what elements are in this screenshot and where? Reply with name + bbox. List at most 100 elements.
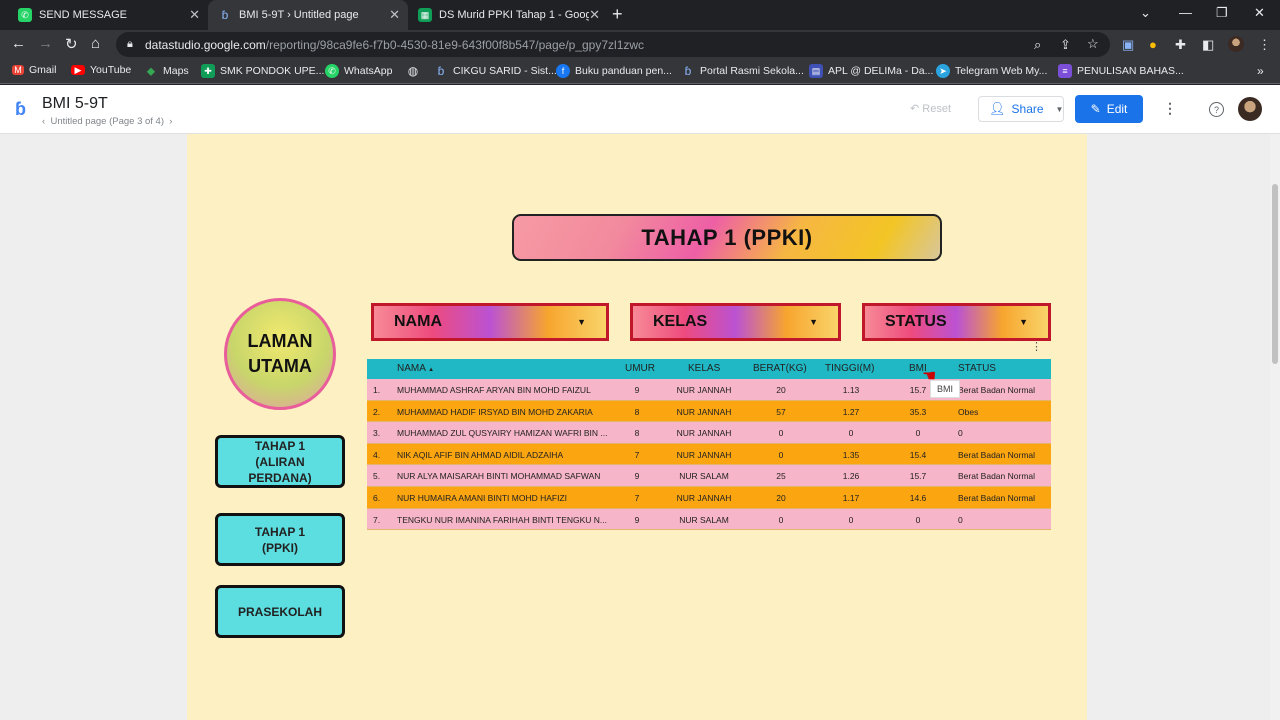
- filter-kelas-dropdown[interactable]: KELAS ▼: [630, 303, 841, 341]
- home-page-button[interactable]: LAMAN UTAMA: [224, 298, 336, 410]
- cell-bmi: 35.3: [909, 406, 927, 417]
- reload-icon[interactable]: ↻: [65, 35, 78, 53]
- column-header-tinggi[interactable]: TINGGI(M): [825, 363, 874, 374]
- table-row[interactable]: 2. MUHAMMAD HADIF IRSYAD BIN MOHD ZAKARIA…: [367, 400, 1051, 423]
- report-header: ɓ BMI 5-9T ‹ Untitled page (Page 3 of 4)…: [0, 85, 1280, 134]
- table-row[interactable]: 4. NIK AQIL AFIF BIN AHMAD AIDIL ADZAIHA 7…: [367, 443, 1051, 466]
- filter-status-dropdown[interactable]: STATUS ▼: [862, 303, 1051, 341]
- cell-berat: 57: [776, 406, 786, 417]
- column-header-kelas[interactable]: KELAS: [688, 363, 720, 374]
- telegram-icon: ➤: [936, 64, 950, 78]
- url-host: datastudio.google.com: [145, 38, 266, 52]
- bookmark-whatsapp[interactable]: ✆ WhatsApp: [325, 64, 392, 78]
- zoom-icon[interactable]: ⌕: [1034, 37, 1041, 53]
- profile-avatar-icon[interactable]: [1228, 36, 1244, 52]
- bookmark-smk[interactable]: ✚ SMK PONDOK UPE...: [201, 64, 324, 78]
- more-options-icon[interactable]: ⋮: [1163, 100, 1177, 117]
- prev-page-chevron-icon[interactable]: ‹: [42, 116, 45, 127]
- bookmark-label: Buku panduan pen...: [575, 65, 672, 77]
- bookmark-buku-panduan[interactable]: f Buku panduan pen...: [556, 64, 672, 78]
- nav-button-label: PRASEKOLAH: [237, 604, 322, 619]
- page-nav-label[interactable]: Untitled page (Page 3 of 4): [50, 116, 164, 127]
- extension-bulb-icon[interactable]: ●: [1149, 37, 1157, 52]
- address-bar[interactable]: 🔒︎ datastudio.google.com/reporting/98ca9…: [116, 32, 1110, 57]
- maximize-icon[interactable]: ❐: [1216, 5, 1228, 21]
- column-header-nama[interactable]: NAMA ▲: [397, 363, 434, 374]
- datastudio-logo-icon[interactable]: ɓ: [15, 99, 26, 120]
- window-close-icon[interactable]: ✕: [1254, 5, 1265, 21]
- new-tab-plus-icon[interactable]: +: [612, 4, 623, 25]
- report-page: TAHAP 1 (PPKI) LAMAN UTAMA TAHAP 1 (ALIR…: [187, 134, 1087, 720]
- globe-icon: ◍: [407, 64, 419, 78]
- tab-ds-murid[interactable]: ▦ DS Murid PPKI Tahap 1 - Google ✕: [408, 0, 608, 30]
- table-row[interactable]: 6. NUR HUMAIRA AMANI BINTI MOHD HAFIZI 7 NU…: [367, 486, 1051, 509]
- cell-tinggi: 0: [848, 428, 854, 439]
- cell-no: 6.: [373, 492, 381, 503]
- filter-nama-dropdown[interactable]: NAMA ▼: [371, 303, 609, 341]
- browser-tab-strip: ✆ SEND MESSAGE ✕ ɓ BMI 5-9T › Untitled p…: [0, 0, 1280, 30]
- page-scrollbar[interactable]: [1270, 134, 1280, 720]
- cell-tinggi: 0: [848, 514, 854, 525]
- close-icon[interactable]: ✕: [189, 7, 200, 23]
- nav-tahap1-aliran-perdana-button[interactable]: TAHAP 1 (ALIRAN PERDANA): [215, 435, 345, 488]
- user-avatar[interactable]: [1238, 97, 1262, 121]
- bookmark-label: Gmail: [29, 64, 57, 76]
- close-icon[interactable]: ✕: [389, 7, 400, 23]
- cell-berat: 25: [776, 471, 786, 482]
- screen-capture-icon[interactable]: ▣: [1122, 37, 1134, 53]
- bookmark-cikgu-sarid[interactable]: ɓ CIKGU SARID - Sist...: [434, 64, 557, 78]
- share-button[interactable]: 👤︎ Share ▼: [978, 96, 1064, 122]
- bookmark-portal-rasmi[interactable]: ɓ Portal Rasmi Sekola...: [681, 64, 804, 78]
- bookmark-penulisan[interactable]: ≡ PENULISAN BAHAS...: [1058, 64, 1184, 78]
- column-header-berat[interactable]: BERAT(KG): [753, 363, 807, 374]
- chart-options-icon[interactable]: ⋮: [1031, 340, 1042, 353]
- cell-nama: MUHAMMAD ZUL QUSYAIRY HAMIZAN WAFRI BIN …: [397, 428, 608, 439]
- scrollbar-thumb[interactable]: [1272, 184, 1278, 364]
- extensions-puzzle-icon[interactable]: ✚: [1175, 37, 1186, 53]
- browser-menu-icon[interactable]: ⋮: [1258, 37, 1271, 53]
- bookmark-globe[interactable]: ◍: [406, 64, 420, 78]
- cell-nama: NUR HUMAIRA AMANI BINTI MOHD HAFIZI: [397, 492, 568, 503]
- tab-send-message[interactable]: ✆ SEND MESSAGE ✕: [8, 0, 208, 30]
- help-icon[interactable]: ?: [1209, 102, 1224, 117]
- column-header-status[interactable]: STATUS: [958, 363, 996, 374]
- nav-tahap1-ppki-button[interactable]: TAHAP 1 (PPKI): [215, 513, 345, 566]
- tab-search-chevron-icon[interactable]: ⌄: [1140, 5, 1151, 21]
- next-page-chevron-icon[interactable]: ›: [169, 116, 172, 127]
- report-title[interactable]: BMI 5-9T: [42, 95, 108, 113]
- close-icon[interactable]: ✕: [589, 7, 600, 23]
- bookmark-maps[interactable]: ⬥ Maps: [144, 64, 189, 78]
- cell-no: 7.: [373, 514, 381, 525]
- forward-arrow-icon[interactable]: →: [38, 35, 53, 52]
- minimize-icon[interactable]: —: [1179, 5, 1192, 20]
- cell-nama: NIK AQIL AFIF BIN AHMAD AIDIL ADZAIHA: [397, 449, 564, 460]
- edit-button[interactable]: ✎ Edit: [1075, 95, 1143, 123]
- cell-bmi: 15.7: [909, 385, 927, 395]
- share-page-icon[interactable]: ⇪: [1060, 37, 1071, 53]
- bookmark-apl-delima[interactable]: ▤ APL @ DELIMa - Da...: [809, 64, 933, 78]
- cell-nama: TENGKU NUR IMANINA FARIHAH BINTI TENGKU …: [397, 514, 608, 525]
- table-row[interactable]: 3. MUHAMMAD ZUL QUSYAIRY HAMIZAN WAFRI BI…: [367, 422, 1051, 444]
- bookmark-star-icon[interactable]: ☆: [1087, 36, 1099, 52]
- table-header: NAMA ▲ UMUR KELAS BERAT(KG) TINGGI(M) BM…: [367, 359, 1051, 379]
- tab-title: SEND MESSAGE: [39, 9, 128, 21]
- share-dropdown-caret-icon[interactable]: ▼: [1056, 105, 1064, 114]
- bookmark-youtube[interactable]: ▶ YouTube: [71, 64, 131, 76]
- cell-bmi: 15.4: [909, 449, 927, 460]
- nav-button-label: TAHAP 1 (ALIRAN PERDANA): [248, 438, 312, 485]
- home-icon[interactable]: ⌂: [91, 35, 100, 52]
- dropdown-caret-icon: ▼: [1019, 317, 1028, 327]
- cell-nama: MUHAMMAD HADIF IRSYAD BIN MOHD ZAKARIA: [397, 406, 593, 417]
- side-panel-icon[interactable]: ◧: [1202, 37, 1214, 53]
- bookmark-gmail[interactable]: M Gmail: [12, 64, 56, 76]
- reset-button[interactable]: ↶ Reset: [910, 102, 951, 115]
- column-header-umur[interactable]: UMUR: [625, 363, 655, 374]
- table-row[interactable]: 5. NUR ALYA MAISARAH BINTI MOHAMMAD SAFWA…: [367, 465, 1051, 487]
- cell-bmi: 0: [915, 428, 921, 439]
- nav-prasekolah-button[interactable]: PRASEKOLAH: [215, 585, 345, 638]
- table-row[interactable]: 7. TENGKU NUR IMANINA FARIHAH BINTI TENGK…: [367, 508, 1051, 531]
- more-bookmarks-icon[interactable]: »: [1257, 64, 1264, 78]
- back-arrow-icon[interactable]: ←: [11, 35, 26, 52]
- tab-bmi-report[interactable]: ɓ BMI 5-9T › Untitled page ✕: [208, 0, 408, 30]
- bookmark-telegram[interactable]: ➤ Telegram Web My...: [936, 64, 1047, 78]
